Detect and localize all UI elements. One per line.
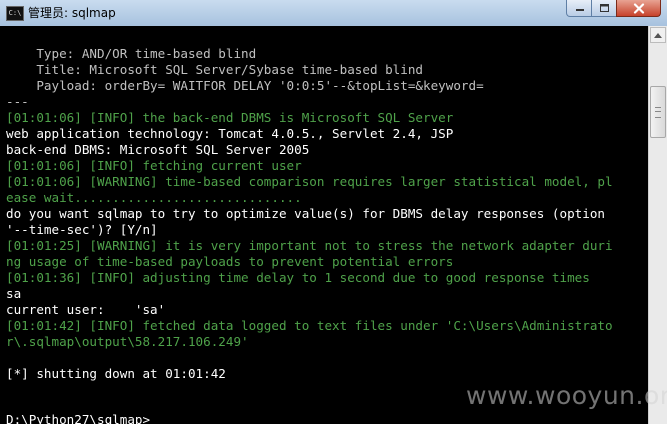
console-line: [01:01:25] [WARNING] it is very importan… xyxy=(6,238,613,253)
watermark: www.wooyun.org xyxy=(466,381,667,410)
console-line: --- xyxy=(6,94,29,109)
console-line: Title: Microsoft SQL Server/Sybase time-… xyxy=(6,62,424,77)
console-line: sa xyxy=(6,286,22,301)
maximize-icon xyxy=(600,4,609,12)
console-line: back-end DBMS: Microsoft SQL Server 2005 xyxy=(6,142,310,157)
close-icon xyxy=(633,2,644,14)
console-line: [01:01:06] [WARNING] time-based comparis… xyxy=(6,174,613,189)
console-line: ng usage of time-based payloads to preve… xyxy=(6,254,454,269)
console-line: Payload: orderBy= WAITFOR DELAY '0:0:5'-… xyxy=(6,78,484,93)
vertical-scrollbar[interactable] xyxy=(648,26,667,424)
console-output[interactable]: Type: AND/OR time-based blind Title: Mic… xyxy=(0,26,648,424)
cmd-icon: C:\ xyxy=(6,6,24,21)
console-line: [01:01:06] [INFO] the back-end DBMS is M… xyxy=(6,110,454,125)
console-line: [01:01:42] [INFO] fetched data logged to… xyxy=(6,318,613,333)
console-line: web application technology: Tomcat 4.0.5… xyxy=(6,126,454,141)
scroll-up-button[interactable] xyxy=(650,27,666,43)
arrow-up-icon xyxy=(654,33,662,38)
command-prompt[interactable]: D:\Python27\sqlmap> xyxy=(6,412,150,424)
grip-icon xyxy=(655,107,661,118)
console-line: [01:01:06] [INFO] fetching current user xyxy=(6,158,302,173)
console-line: do you want sqlmap to try to optimize va… xyxy=(6,206,605,221)
title-bar[interactable]: C:\ 管理员: sqlmap xyxy=(0,0,667,27)
console-line: [01:01:36] [INFO] adjusting time delay t… xyxy=(6,270,590,285)
maximize-button[interactable] xyxy=(591,0,618,17)
scroll-thumb[interactable] xyxy=(650,86,666,138)
minimize-button[interactable] xyxy=(566,0,593,17)
console-line: '--time-sec')? [Y/n] xyxy=(6,222,158,237)
console-line: current user: 'sa' xyxy=(6,302,166,317)
window-title: 管理员: sqlmap xyxy=(28,6,116,20)
console-line: ease wait.............................. xyxy=(6,190,302,205)
minimize-icon xyxy=(575,9,584,11)
console-line: r\.sqlmap\output\58.217.106.249' xyxy=(6,334,249,349)
console-line: Type: AND/OR time-based blind xyxy=(6,46,257,61)
console-line: [*] shutting down at 01:01:42 xyxy=(6,366,226,381)
close-button[interactable] xyxy=(616,0,661,17)
